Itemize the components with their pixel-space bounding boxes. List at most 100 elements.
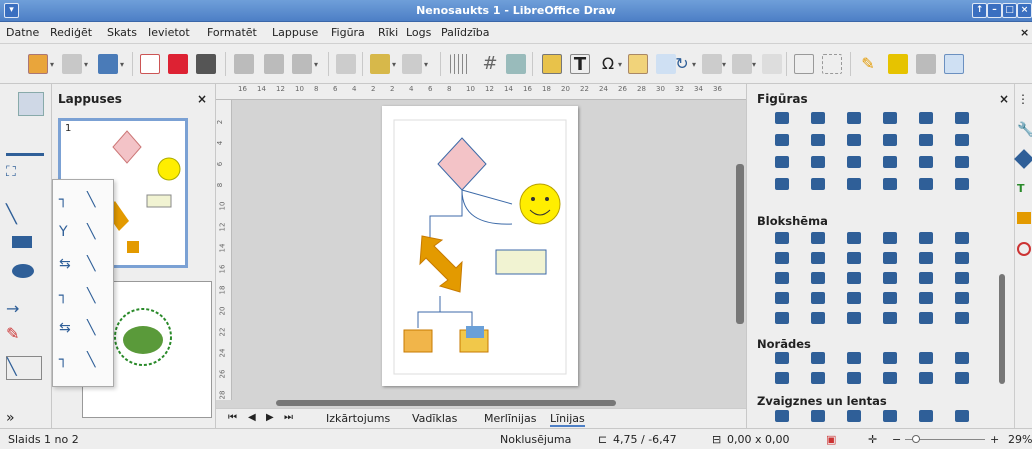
menu-format[interactable]: Formatēt: [207, 26, 257, 39]
shape-item-icon[interactable]: [775, 134, 789, 146]
shape-item-icon[interactable]: [919, 112, 933, 124]
zoom-slider-thumb[interactable]: [912, 435, 920, 443]
connector-lines-icon[interactable]: ╲: [87, 224, 95, 240]
shape-item-icon[interactable]: [883, 112, 897, 124]
show-draw-functions-icon[interactable]: [944, 54, 964, 74]
first-tab-button[interactable]: ⏮: [228, 412, 237, 423]
maximize-button[interactable]: □: [1002, 3, 1017, 18]
shape-item-icon[interactable]: [883, 292, 897, 304]
shape-item-icon[interactable]: [919, 352, 933, 364]
shape-item-icon[interactable]: [775, 312, 789, 324]
shape-item-icon[interactable]: [847, 292, 861, 304]
fill-color-icon[interactable]: ⛶: [6, 164, 44, 188]
line-color-icon[interactable]: [6, 132, 44, 156]
special-character-icon[interactable]: Ω: [598, 54, 618, 74]
shape-item-icon[interactable]: [955, 178, 969, 190]
shape-item-icon[interactable]: [775, 272, 789, 284]
shape-item-icon[interactable]: [919, 272, 933, 284]
shape-item-icon[interactable]: [811, 272, 825, 284]
vertical-scrollbar[interactable]: [736, 164, 744, 324]
shape-item-icon[interactable]: [811, 372, 825, 384]
menu-tools[interactable]: Rīki: [378, 26, 398, 39]
cut-icon[interactable]: [234, 54, 254, 74]
curves-icon[interactable]: ✎: [6, 324, 44, 348]
connector-standard-icon[interactable]: ┐: [59, 192, 67, 208]
shape-item-icon[interactable]: [775, 372, 789, 384]
helplines-icon[interactable]: #: [480, 54, 500, 74]
shape-item-icon[interactable]: [847, 272, 861, 284]
shape-item-icon[interactable]: [883, 232, 897, 244]
shape-item-icon[interactable]: [919, 178, 933, 190]
shape-item-icon[interactable]: [955, 312, 969, 324]
next-tab-button[interactable]: ▶: [266, 412, 274, 423]
paste-icon[interactable]: [292, 54, 312, 74]
shape-item-icon[interactable]: [811, 410, 825, 422]
new-icon[interactable]: [28, 54, 48, 74]
horizontal-scrollbar[interactable]: [276, 400, 616, 406]
copy-icon[interactable]: [264, 54, 284, 74]
shape-item-icon[interactable]: [811, 232, 825, 244]
menu-insert[interactable]: Ievietot: [148, 26, 190, 39]
undo-icon[interactable]: [370, 54, 390, 74]
grid-icon[interactable]: [450, 54, 470, 74]
menu-shape[interactable]: Figūra: [331, 26, 365, 39]
shape-item-icon[interactable]: [955, 134, 969, 146]
crop-icon[interactable]: [822, 54, 842, 74]
shape-item-icon[interactable]: [847, 156, 861, 168]
shape-item-icon[interactable]: [919, 372, 933, 384]
shape-item-icon[interactable]: [775, 232, 789, 244]
menu-help[interactable]: Palīdzība: [441, 26, 490, 39]
shape-item-icon[interactable]: [811, 352, 825, 364]
pages-panel-close[interactable]: ×: [197, 92, 207, 106]
close-window-button[interactable]: ×: [1017, 3, 1032, 18]
lines-arrows-icon[interactable]: →: [6, 299, 44, 323]
toggle-extrusion-icon[interactable]: [916, 54, 936, 74]
shape-item-icon[interactable]: [883, 272, 897, 284]
menu-edit[interactable]: Rediģēt: [50, 26, 92, 39]
prev-tab-button[interactable]: ◀: [248, 412, 256, 423]
menu-window[interactable]: Logs: [406, 26, 431, 39]
connectors-icon[interactable]: ╲: [6, 356, 42, 380]
shape-item-icon[interactable]: [775, 178, 789, 190]
shape-item-icon[interactable]: [955, 252, 969, 264]
shape-item-icon[interactable]: [919, 134, 933, 146]
open-icon[interactable]: [62, 54, 82, 74]
shape-item-icon[interactable]: [955, 352, 969, 364]
shape-item-icon[interactable]: [919, 410, 933, 422]
shape-item-icon[interactable]: [883, 352, 897, 364]
shape-item-icon[interactable]: [883, 252, 897, 264]
shape-item-icon[interactable]: [775, 292, 789, 304]
redo-icon[interactable]: [402, 54, 422, 74]
connector-line2-icon[interactable]: ╲: [87, 288, 95, 304]
image-icon[interactable]: [542, 54, 562, 74]
shape-item-icon[interactable]: [955, 372, 969, 384]
arrange-icon[interactable]: [732, 54, 752, 74]
shape-item-icon[interactable]: [883, 134, 897, 146]
align-icon[interactable]: [702, 54, 722, 74]
shape-item-icon[interactable]: [811, 112, 825, 124]
shape-item-icon[interactable]: [919, 292, 933, 304]
shape-item-icon[interactable]: [811, 292, 825, 304]
connector-arrows-icon[interactable]: ⇆: [59, 256, 71, 272]
shape-item-icon[interactable]: [955, 272, 969, 284]
distribute-icon[interactable]: [762, 54, 782, 74]
shape-item-icon[interactable]: [847, 252, 861, 264]
shape-item-icon[interactable]: [919, 156, 933, 168]
print-icon[interactable]: [196, 54, 216, 74]
fontwork-icon[interactable]: [628, 54, 648, 74]
line-tool-icon[interactable]: ╲: [6, 204, 44, 228]
zoom-icon[interactable]: [506, 54, 526, 74]
save-icon[interactable]: [98, 54, 118, 74]
connector-line4-icon[interactable]: ╲: [87, 352, 95, 368]
export-icon[interactable]: [140, 54, 160, 74]
connector-line3-icon[interactable]: ╲: [87, 320, 95, 336]
window-up-button[interactable]: ↑: [972, 3, 987, 18]
shape-item-icon[interactable]: [955, 292, 969, 304]
menu-page[interactable]: Lappuse: [272, 26, 318, 39]
menu-view[interactable]: Skats: [107, 26, 137, 39]
connector-line-icon[interactable]: ╲: [87, 192, 95, 208]
shape-item-icon[interactable]: [955, 112, 969, 124]
shape-item-icon[interactable]: [919, 312, 933, 324]
shape-item-icon[interactable]: [847, 352, 861, 364]
shape-item-icon[interactable]: [955, 410, 969, 422]
